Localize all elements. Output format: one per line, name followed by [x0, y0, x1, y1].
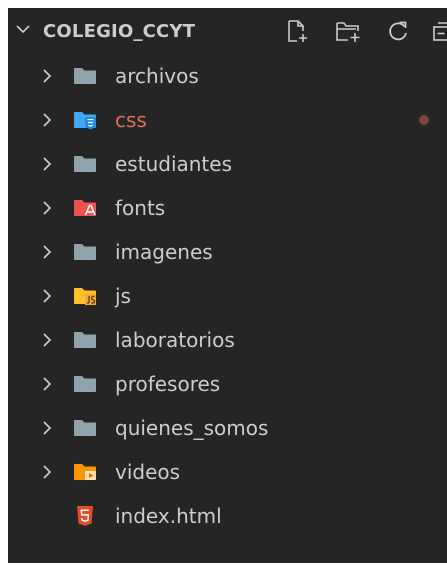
folder-icon [72, 240, 98, 264]
tree-item-imagenes[interactable]: imagenes [8, 230, 447, 274]
chevron-right-icon[interactable] [39, 199, 55, 217]
collapse-all-button[interactable] [430, 18, 447, 44]
workspace-title: COLEGIO_CCYT [43, 21, 196, 42]
explorer-header[interactable]: COLEGIO_CCYT [8, 8, 447, 54]
chevron-right-icon[interactable] [39, 331, 55, 349]
collapse-all-icon [433, 22, 447, 41]
chevron-right-icon[interactable] [39, 375, 55, 393]
tree-item-label: profesores [115, 372, 221, 396]
chevron-right-icon[interactable] [39, 287, 55, 305]
new-file-icon [288, 20, 307, 42]
tree-item-archivos[interactable]: archivos [8, 54, 447, 98]
chevron-right-icon[interactable] [39, 67, 55, 85]
chevron-right-icon[interactable] [39, 243, 55, 261]
tree-item-fonts[interactable]: fonts [8, 186, 447, 230]
tree-item-js[interactable]: js [8, 274, 447, 318]
font-folder-icon [72, 196, 98, 220]
explorer-panel: COLEGIO_CCYT archivos css estudiantes fo… [8, 8, 447, 563]
folder-icon [72, 152, 98, 176]
tree-item-label: js [115, 284, 131, 308]
folder-icon [72, 328, 98, 352]
tree-item-videos[interactable]: videos [8, 450, 447, 494]
video-folder-icon [72, 460, 98, 484]
chevron-right-icon[interactable] [39, 463, 55, 481]
tree-item-index-html[interactable]: index.html [8, 494, 447, 538]
js-folder-icon [72, 284, 98, 308]
tree-item-label: index.html [115, 504, 222, 528]
chevron-right-icon[interactable] [39, 155, 55, 173]
modified-indicator [419, 115, 429, 125]
tree-item-estudiantes[interactable]: estudiantes [8, 142, 447, 186]
folder-icon [72, 416, 98, 440]
tree-item-quienes-somos[interactable]: quienes_somos [8, 406, 447, 450]
tree-item-label: estudiantes [115, 152, 232, 176]
tree-item-label: archivos [115, 64, 199, 88]
refresh-icon [389, 21, 407, 41]
html5-icon [72, 504, 98, 528]
tree-item-profesores[interactable]: profesores [8, 362, 447, 406]
folder-icon [72, 64, 98, 88]
tree-item-label: videos [115, 460, 181, 484]
tree-item-label: fonts [115, 196, 166, 220]
tree-item-label: quienes_somos [115, 416, 269, 440]
new-folder-icon [336, 22, 360, 42]
folder-icon [72, 372, 98, 396]
css-folder-icon [72, 108, 98, 132]
refresh-button[interactable] [386, 18, 412, 44]
tree-item-label: laboratorios [115, 328, 235, 352]
chevron-down-icon[interactable] [14, 20, 32, 38]
new-file-button[interactable] [284, 18, 310, 44]
tree-item-label: imagenes [115, 240, 213, 264]
chevron-right-icon[interactable] [39, 111, 55, 129]
tree-item-laboratorios[interactable]: laboratorios [8, 318, 447, 362]
chevron-right-icon[interactable] [39, 419, 55, 437]
tree-item-label: css [115, 108, 147, 132]
tree-item-css[interactable]: css [8, 98, 447, 142]
new-folder-button[interactable] [334, 18, 360, 44]
